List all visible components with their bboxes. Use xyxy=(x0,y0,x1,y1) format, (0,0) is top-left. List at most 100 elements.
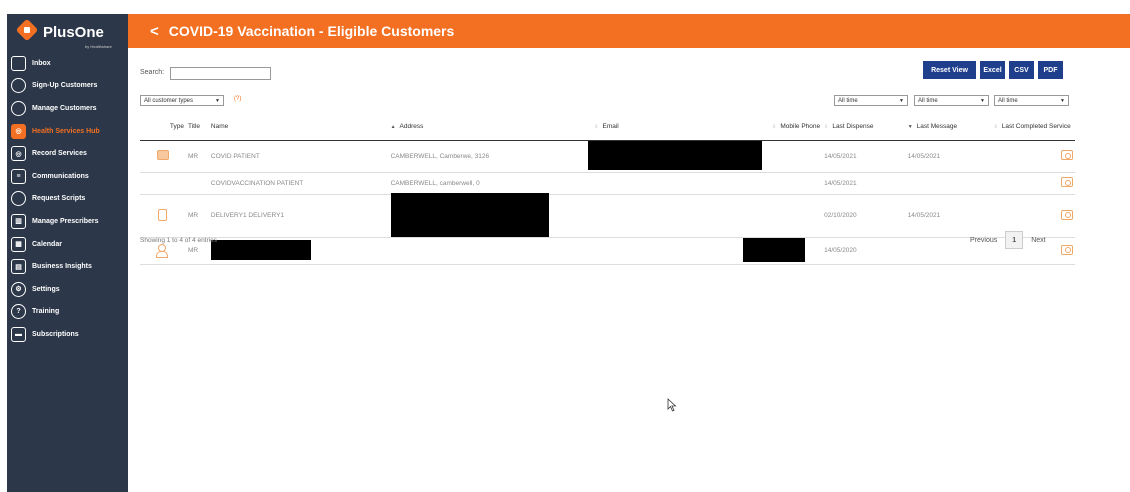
logo-text: PlusOne xyxy=(43,23,104,41)
previous-page-button[interactable]: Previous xyxy=(970,237,997,244)
cell-title xyxy=(185,172,209,195)
sidebar-item-calendar[interactable]: ▦ Calendar xyxy=(7,233,128,256)
cell-name-redacted xyxy=(208,237,389,265)
sidebar-item-label: Training xyxy=(32,308,60,316)
cell-last-message: 14/05/2021 xyxy=(905,140,990,173)
redaction-block xyxy=(210,239,311,260)
sidebar-item-manage-prescribers[interactable]: ▥ Manage Prescribers xyxy=(7,210,128,233)
sidebar-item-communications[interactable]: ≡ Communications xyxy=(7,165,128,188)
search-label: Search: xyxy=(140,69,165,76)
last-service-filter-value: All time xyxy=(998,97,1018,104)
logo-icon xyxy=(17,22,37,42)
pdf-button[interactable]: PDF xyxy=(1038,61,1063,79)
sort-icon: ⇳ xyxy=(772,124,777,131)
page-1-button[interactable]: 1 xyxy=(1005,231,1024,249)
camera-icon[interactable] xyxy=(1061,150,1073,160)
last-dispense-filter[interactable]: All time ▼ xyxy=(834,95,908,106)
column-email[interactable]: ⇳ Email xyxy=(592,114,741,141)
add-user-icon xyxy=(11,78,26,94)
page-title: COVID-19 Vaccination - Eligible Customer… xyxy=(168,23,455,39)
cell-last-dispense: 14/05/2021 xyxy=(822,140,906,173)
chart-icon: ▤ xyxy=(11,259,26,275)
help-icon: ? xyxy=(11,304,26,320)
column-address[interactable]: ▲ Address xyxy=(388,114,593,141)
sidebar-item-subscriptions[interactable]: ▬ Subscriptions xyxy=(7,323,128,346)
chevron-down-icon: ▼ xyxy=(980,97,985,104)
help-icon[interactable]: (?) xyxy=(234,96,241,102)
sidebar-nav: Inbox Sign-Up Customers Manage Customers… xyxy=(7,52,128,346)
pagination: Previous 1 Next xyxy=(970,231,1046,249)
cell-name: DELIVERY1 DELIVERY1 xyxy=(208,194,389,238)
table-row[interactable]: MR COVID PATIENT CAMBERWELL, Camberwe, 3… xyxy=(140,140,1075,173)
column-name[interactable]: Name xyxy=(208,114,389,141)
last-message-filter[interactable]: All time ▼ xyxy=(914,95,989,106)
last-service-filter[interactable]: All time ▼ xyxy=(994,95,1069,106)
sort-desc-icon: ▼ xyxy=(907,124,913,131)
csv-button[interactable]: CSV xyxy=(1009,61,1034,79)
table-row[interactable]: COVIDVACCINATION PATIENT CAMBERWELL, cam… xyxy=(140,172,1075,195)
reset-view-button[interactable]: Reset View xyxy=(923,61,976,79)
customer-type-select[interactable]: All customer types ▼ xyxy=(140,95,224,106)
cell-mobile-redacted xyxy=(740,237,823,265)
sort-icon: ⇳ xyxy=(594,124,599,131)
chevron-down-icon: ▼ xyxy=(1060,97,1065,104)
sidebar-item-settings[interactable]: ⚙ Settings xyxy=(7,278,128,301)
cell-title: MR xyxy=(185,194,209,238)
phone-icon xyxy=(158,208,168,221)
redaction-block xyxy=(588,140,763,170)
column-last-service[interactable]: ⇳ Last Completed Service xyxy=(989,114,1075,141)
table-row[interactable]: MR 14/05/2020 xyxy=(140,237,1075,265)
sidebar-item-business-insights[interactable]: ▤ Business Insights xyxy=(7,255,128,278)
camera-icon[interactable] xyxy=(1061,177,1073,187)
sidebar-item-manage-customers[interactable]: Manage Customers xyxy=(7,97,128,120)
building-icon: ▥ xyxy=(11,213,26,229)
back-icon[interactable]: < xyxy=(150,23,159,40)
chat-icon: ≡ xyxy=(11,168,26,184)
sidebar-item-label: Health Services Hub xyxy=(32,127,100,135)
inbox-icon xyxy=(11,55,26,71)
sort-icon: ⇳ xyxy=(993,124,998,131)
column-title[interactable]: Title xyxy=(185,114,209,141)
sidebar-item-health-services-hub[interactable]: ◎ Health Services Hub xyxy=(7,120,128,143)
customers-table: Type Title Name ▲ Address ⇳ Email ⇳ Mobile … xyxy=(140,114,1075,265)
user-icon xyxy=(11,191,26,207)
main-content: Search: Reset View Excel CSV PDF All cus… xyxy=(128,48,1130,492)
sidebar-item-sign-up-customers[interactable]: Sign-Up Customers xyxy=(7,75,128,98)
sidebar-item-label: Manage Prescribers xyxy=(32,217,99,225)
sidebar-item-label: Request Scripts xyxy=(32,195,86,203)
logo-subtitle: by Healthshare xyxy=(85,44,112,49)
header-bar: < COVID-19 Vaccination - Eligible Custom… xyxy=(128,14,1130,48)
cell-name: COVID PATIENT xyxy=(208,140,389,173)
sidebar-item-training[interactable]: ? Training xyxy=(7,301,128,324)
sidebar-item-record-services[interactable]: ◎ Record Services xyxy=(7,142,128,165)
column-last-dispense[interactable]: ⇳ Last Dispense xyxy=(822,114,906,141)
camera-icon: ◎ xyxy=(11,123,26,139)
next-page-button[interactable]: Next xyxy=(1031,237,1045,244)
sidebar-item-request-scripts[interactable]: Request Scripts xyxy=(7,188,128,211)
column-type[interactable]: Type xyxy=(140,114,186,141)
person-icon xyxy=(155,243,170,258)
gear-icon: ⚙ xyxy=(11,281,26,297)
table-row[interactable]: MR DELIVERY1 DELIVERY1 02/10/2020 14/05/… xyxy=(140,192,1075,238)
sidebar-item-label: Subscriptions xyxy=(32,330,79,338)
calendar-icon: ▦ xyxy=(11,236,26,252)
column-last-message[interactable]: ▼ Last Message xyxy=(905,114,990,141)
card-icon: ▬ xyxy=(11,326,26,342)
cell-last-dispense: 02/10/2020 xyxy=(822,194,906,238)
redaction-block xyxy=(390,192,549,237)
search-input[interactable] xyxy=(170,67,271,80)
sidebar-item-label: Business Insights xyxy=(32,263,92,271)
record-icon: ◎ xyxy=(11,146,26,162)
sidebar-item-label: Record Services xyxy=(32,150,87,158)
camera-icon[interactable] xyxy=(1061,209,1073,220)
column-mobile[interactable]: ⇳ Mobile Phone xyxy=(740,114,823,141)
sidebar-item-inbox[interactable]: Inbox xyxy=(7,52,128,75)
sidebar-item-label: Manage Customers xyxy=(32,104,97,112)
camera-icon[interactable] xyxy=(1061,244,1073,255)
cell-email-redacted xyxy=(588,140,823,173)
export-toolbar: Reset View Excel CSV PDF xyxy=(923,61,1063,79)
cell-last-dispense: 14/05/2021 xyxy=(822,172,906,195)
customer-type-value: All customer types xyxy=(144,97,194,104)
excel-button[interactable]: Excel xyxy=(980,61,1005,79)
sidebar-item-label: Settings xyxy=(32,285,60,293)
